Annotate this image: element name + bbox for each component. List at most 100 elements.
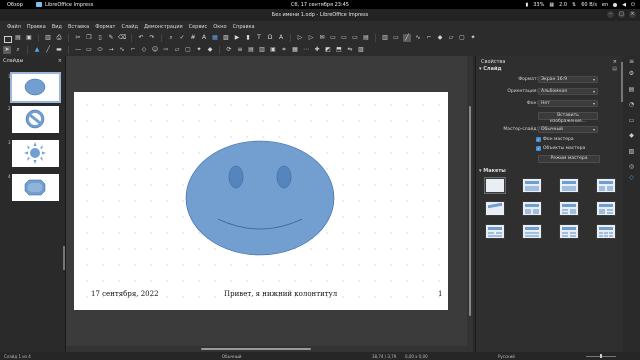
export-pdf-icon[interactable]: ▥ bbox=[44, 34, 52, 42]
menu-insert[interactable]: Вставка bbox=[65, 24, 92, 30]
slide-layout-icon[interactable]: ▤ bbox=[362, 34, 370, 42]
slide-canvas[interactable]: 17 сентября, 2022 Привет, я нижний колон… bbox=[74, 92, 448, 310]
layout-title-content-2content[interactable] bbox=[596, 201, 616, 216]
line-tool-icon[interactable]: — bbox=[74, 46, 82, 54]
curve-tool-icon[interactable]: ∿ bbox=[118, 46, 126, 54]
area-style-icon[interactable]: ▬ bbox=[55, 46, 63, 54]
master-slide-icon[interactable]: ▭ bbox=[392, 34, 400, 42]
star-icon[interactable]: ✦ bbox=[469, 34, 477, 42]
menu-tools[interactable]: Сервис bbox=[186, 24, 211, 30]
slide-number-field[interactable]: 1 bbox=[438, 290, 442, 298]
undo-icon[interactable]: ↶ bbox=[137, 34, 145, 42]
master-background-checkbox[interactable]: ✓ Фон мастера bbox=[536, 137, 574, 142]
glue-points-icon[interactable]: ✚ bbox=[313, 46, 321, 54]
zoom-icon[interactable]: ⌕ bbox=[14, 46, 22, 54]
text-icon[interactable]: A bbox=[200, 34, 208, 42]
fontwork-icon[interactable]: A bbox=[277, 34, 285, 42]
background-dropdown[interactable]: Нет ▾ bbox=[538, 100, 598, 107]
clear-formatting-icon[interactable]: ⌫ bbox=[118, 34, 126, 42]
line-icon[interactable]: ╱ bbox=[403, 34, 411, 42]
flowchart-icon[interactable]: ▱ bbox=[447, 34, 455, 42]
menu-slide[interactable]: Слайд bbox=[118, 24, 140, 30]
rotate-icon[interactable]: ⟳ bbox=[225, 46, 233, 54]
maximize-icon[interactable]: □ bbox=[618, 11, 625, 18]
group-icon[interactable]: ▨ bbox=[357, 46, 365, 54]
animation-icon[interactable]: ◔ bbox=[627, 101, 636, 109]
filter-icon[interactable]: ▦ bbox=[291, 46, 299, 54]
navigator-icon[interactable]: ◎ bbox=[627, 163, 636, 171]
slides-pane-scrollbar[interactable] bbox=[63, 246, 65, 270]
shapes-panel-icon[interactable]: ◇ bbox=[627, 174, 636, 182]
3d-objects-icon[interactable]: ◆ bbox=[206, 46, 214, 54]
paste-icon[interactable]: ▯ bbox=[96, 34, 104, 42]
points-icon[interactable]: ⋯ bbox=[302, 46, 310, 54]
basic-shapes-icon[interactable]: ◇ bbox=[140, 46, 148, 54]
layout-title-2content-content[interactable] bbox=[559, 201, 579, 216]
slide-thumbnail-2[interactable] bbox=[12, 106, 59, 133]
curve-icon[interactable]: ∿ bbox=[414, 34, 422, 42]
section-layouts-header[interactable]: ▾ Макеты bbox=[479, 168, 506, 174]
close-icon[interactable]: × bbox=[629, 11, 636, 18]
chart-icon[interactable]: ▮ bbox=[244, 34, 252, 42]
layout-centered-text[interactable] bbox=[522, 201, 542, 216]
rectangle-icon[interactable]: ▭ bbox=[85, 46, 93, 54]
transformations-icon[interactable]: ⬒ bbox=[335, 46, 343, 54]
system-tray[interactable]: ▮ 33% ▦ 2.0 ⇅ 60 B/s en ◀ ⏻ bbox=[525, 2, 635, 8]
select-icon[interactable]: ➤ bbox=[3, 46, 11, 54]
close-pane-icon[interactable]: × bbox=[58, 58, 62, 64]
textbox-icon[interactable]: T bbox=[255, 34, 263, 42]
callouts-tool-icon[interactable]: ▢ bbox=[184, 46, 192, 54]
block-arrows-icon[interactable]: ⇨ bbox=[162, 46, 170, 54]
distribute-icon[interactable]: ▥ bbox=[258, 46, 266, 54]
zoom-slider-knob[interactable] bbox=[600, 354, 602, 358]
layout-title-2content-over[interactable] bbox=[485, 224, 505, 239]
table-icon[interactable]: ▦ bbox=[211, 34, 219, 42]
clone-formatting-icon[interactable]: ✎ bbox=[107, 34, 115, 42]
horizontal-scroll-thumb[interactable] bbox=[201, 348, 311, 350]
new-icon[interactable] bbox=[3, 34, 11, 42]
slide-thumbnail-1[interactable] bbox=[10, 72, 61, 103]
slideshow-current-icon[interactable]: ▷ bbox=[307, 34, 315, 42]
slide-transition-icon[interactable]: ▤ bbox=[627, 86, 636, 94]
media-icon[interactable]: ▶ bbox=[233, 34, 241, 42]
master-slide-dropdown[interactable]: Обычный ▾ bbox=[538, 126, 598, 133]
spelling-icon[interactable]: ✓ bbox=[178, 34, 186, 42]
save-icon[interactable]: ▣ bbox=[25, 34, 33, 42]
vertical-scroll-thumb[interactable] bbox=[469, 106, 471, 316]
crop-icon[interactable]: ⌗ bbox=[280, 46, 288, 54]
footer-text[interactable]: Привет, я нижний колонтитул bbox=[224, 290, 337, 298]
menu-edit[interactable]: Правка bbox=[24, 24, 49, 30]
layout-blank[interactable] bbox=[484, 177, 506, 194]
layout-title-only[interactable] bbox=[485, 201, 505, 216]
shadow-icon[interactable]: ▣ bbox=[269, 46, 277, 54]
align-icon[interactable]: ≡ bbox=[236, 46, 244, 54]
layout-title-content[interactable] bbox=[522, 178, 542, 193]
toggle-extrusion-icon[interactable]: ◩ bbox=[324, 46, 332, 54]
slide-thumbnail-3[interactable] bbox=[12, 140, 59, 167]
find-replace-icon[interactable]: ⌕ bbox=[167, 34, 175, 42]
flowchart-tool-icon[interactable]: ▱ bbox=[173, 46, 181, 54]
orientation-dropdown[interactable]: Альбомная ▾ bbox=[538, 88, 598, 95]
arrange-icon[interactable]: ▤ bbox=[247, 46, 255, 54]
line-color-icon[interactable]: ╱ bbox=[44, 46, 52, 54]
styles-icon[interactable]: ◆ bbox=[627, 132, 636, 140]
menu-window[interactable]: Окно bbox=[210, 24, 229, 30]
insert-image-button[interactable]: Вставить изображение... bbox=[538, 112, 598, 124]
close-panel-icon[interactable]: × bbox=[613, 59, 617, 65]
master-objects-checkbox[interactable]: ✓ Объекты мастера bbox=[536, 146, 585, 151]
symbol-shapes-icon[interactable]: ☺ bbox=[151, 46, 159, 54]
layout-title-content-2[interactable] bbox=[559, 178, 579, 193]
menu-view[interactable]: Вид bbox=[49, 24, 65, 30]
arrow-icon[interactable]: → bbox=[107, 46, 115, 54]
vertical-scrollbar[interactable] bbox=[467, 56, 473, 352]
master-slides-icon[interactable]: ▭ bbox=[627, 117, 636, 125]
format-dropdown[interactable]: Экран 16:9 ▾ bbox=[538, 76, 598, 83]
grid-icon[interactable]: # bbox=[189, 34, 197, 42]
smiley-face-shape[interactable] bbox=[184, 139, 336, 257]
special-character-icon[interactable]: Ω bbox=[266, 34, 274, 42]
slide-thumbnail-4[interactable] bbox=[12, 174, 59, 201]
layout-title-6content[interactable] bbox=[596, 224, 616, 239]
print-icon[interactable]: ⎙ bbox=[55, 34, 63, 42]
cut-icon[interactable]: ✂ bbox=[74, 34, 82, 42]
menu-slideshow[interactable]: Демонстрация bbox=[141, 24, 186, 30]
